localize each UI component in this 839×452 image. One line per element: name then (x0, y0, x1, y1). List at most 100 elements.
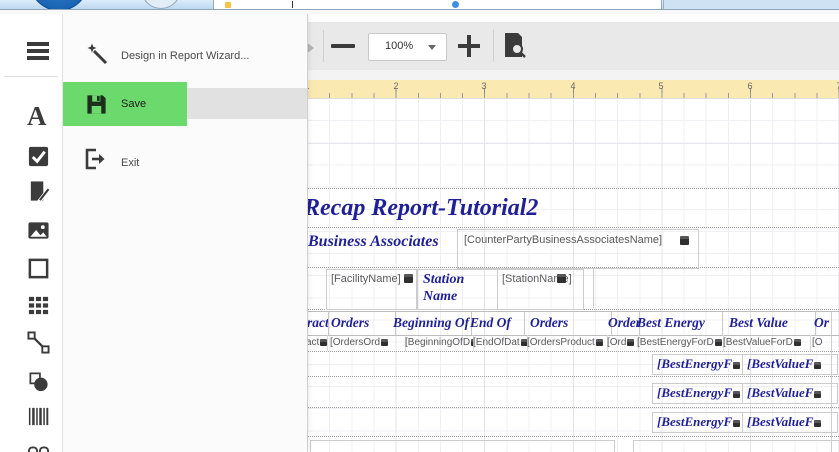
smart-tag-icon[interactable] (814, 362, 821, 369)
zoom-level-value: 100% (385, 40, 413, 52)
best-value-cell[interactable]: [BestValueF (742, 354, 838, 375)
smart-tag-icon[interactable] (733, 362, 740, 369)
counterparty-field-cell[interactable]: [CounterPartyBusinessAssociatesName] (457, 229, 699, 269)
band-separator[interactable] (306, 436, 839, 437)
ruler-number: 6 (747, 81, 752, 91)
tool-line-button[interactable] (27, 331, 51, 355)
data-cell[interactable]: act (306, 335, 328, 351)
header-cell[interactable]: Orders (327, 312, 396, 335)
best-value-cell[interactable]: [BestValueF (742, 383, 838, 404)
band-separator[interactable] (306, 376, 839, 377)
counterparty-field-text: [CounterPartyBusinessAssociatesName] (464, 234, 662, 246)
footer-cell[interactable] (310, 440, 615, 452)
horizontal-ruler: 1 2 3 4 5 6 7 (307, 80, 839, 99)
best-value-cell[interactable]: [BestValueF (742, 412, 838, 433)
data-cell[interactable]: [BestEnergyForD (635, 335, 724, 351)
toolbox-panel: A (0, 14, 63, 452)
menu-item-save[interactable]: Save (62, 82, 307, 126)
band-separator[interactable] (306, 227, 839, 228)
data-cell[interactable]: [BestValueForD (721, 335, 811, 351)
browser-back-button[interactable] (30, 0, 88, 10)
ruler-number: 4 (570, 81, 575, 91)
header-cell[interactable]: Orders (523, 312, 612, 335)
table-header-row: ract Orders Beginning Of End Of Orders O… (306, 311, 839, 336)
smart-tag-icon[interactable] (733, 420, 740, 427)
smart-tag-icon[interactable] (627, 339, 634, 346)
hamburger-icon (27, 56, 49, 60)
barcode-icon (27, 405, 50, 428)
browser-bar (0, 0, 839, 10)
menu-item-report-wizard[interactable]: Design in Report Wizard... (62, 36, 307, 76)
best-energy-cell[interactable]: [BestEnergyF (652, 354, 743, 375)
smart-tag-icon[interactable] (680, 236, 689, 245)
band-separator[interactable] (306, 407, 839, 408)
tool-panel-button[interactable] (27, 257, 51, 281)
browser-address-bar[interactable] (213, 0, 662, 9)
header-cell[interactable]: Best Value (720, 312, 816, 335)
magic-wand-icon (85, 42, 109, 66)
browser-tab-area[interactable] (663, 0, 839, 9)
main-menu-panel: Design in Report Wizard... Save Exit (62, 14, 308, 452)
band-separator[interactable] (306, 188, 839, 189)
best-energy-cell[interactable]: [BestEnergyF (652, 412, 743, 433)
tool-character-comb-button[interactable] (27, 445, 51, 452)
ruler-number: 5 (658, 81, 663, 91)
print-preview-button[interactable] (501, 32, 527, 60)
header-cell[interactable]: ract (306, 312, 329, 335)
label-tool-icon: A (27, 101, 47, 131)
browser-forward-button[interactable] (141, 0, 181, 9)
data-cell[interactable]: [Ord (604, 335, 639, 351)
footer-cell[interactable] (633, 440, 839, 452)
table-data-row: act [OrdersOrd [BeginningOfD [EndOfDat [… (306, 335, 839, 351)
zoom-level-select[interactable]: 100% (368, 33, 447, 61)
hamburger-icon (27, 49, 49, 53)
data-cell[interactable]: [OrdersOrd (327, 335, 406, 351)
report-title[interactable]: Recap Report-Tutorial2 (304, 195, 538, 222)
ruler-number: 2 (393, 81, 398, 91)
header-cell[interactable]: Beginning Of (391, 312, 472, 335)
data-cell[interactable]: [BeginningOfD (402, 335, 474, 351)
smart-tag-icon[interactable] (404, 274, 413, 283)
smart-tag-icon[interactable] (814, 420, 821, 427)
station-label-cell[interactable]: Station Name (417, 269, 498, 310)
tool-picture-button[interactable] (27, 219, 51, 243)
panel-icon (27, 257, 50, 280)
best-energy-cell[interactable]: [BestEnergyF (652, 383, 743, 404)
tool-richtext-button[interactable] (27, 180, 51, 204)
tool-shape-button[interactable] (27, 370, 51, 394)
toolbox-divider (4, 76, 58, 77)
data-cell[interactable]: [OrdersProduct (524, 335, 608, 351)
tool-table-button[interactable] (27, 294, 51, 318)
exit-icon (83, 147, 107, 171)
facility-field-cell[interactable]: [FacilityName] (326, 269, 417, 310)
menu-item-exit[interactable]: Exit (62, 140, 307, 180)
data-cell[interactable]: [O (808, 335, 839, 351)
smart-tag-icon[interactable] (557, 274, 566, 283)
smart-tag-icon[interactable] (596, 339, 603, 346)
data-cell[interactable]: [EndOfDat (470, 335, 528, 351)
grid-line (307, 143, 839, 144)
station-label-text: Station Name (423, 271, 483, 305)
header-cell[interactable]: Or (806, 312, 839, 335)
menu-button[interactable] (27, 40, 51, 64)
character-comb-icon (27, 445, 50, 452)
tool-label-button[interactable]: A (27, 104, 51, 128)
tool-checkbox-button[interactable] (27, 145, 51, 169)
zoom-in-button[interactable] (458, 35, 480, 57)
tool-barcode-button[interactable] (27, 405, 51, 429)
smart-tag-icon[interactable] (733, 391, 740, 398)
station-field-cell[interactable]: [StationName] (497, 269, 584, 310)
header-cell[interactable]: End Of (469, 312, 525, 335)
shape-icon (27, 370, 50, 393)
menu-item-label: Design in Report Wizard... (121, 50, 249, 62)
band-separator[interactable] (306, 351, 839, 352)
cell-border (593, 269, 594, 308)
ruler-number: 3 (481, 81, 486, 91)
smart-tag-icon[interactable] (381, 339, 388, 346)
business-associates-label[interactable]: Business Associates (308, 233, 439, 251)
menu-item-label: Exit (121, 157, 139, 169)
zoom-out-button[interactable] (324, 35, 362, 57)
smart-tag-icon[interactable] (794, 339, 801, 346)
header-cell[interactable]: Best Energy (635, 312, 723, 335)
smart-tag-icon[interactable] (814, 391, 821, 398)
